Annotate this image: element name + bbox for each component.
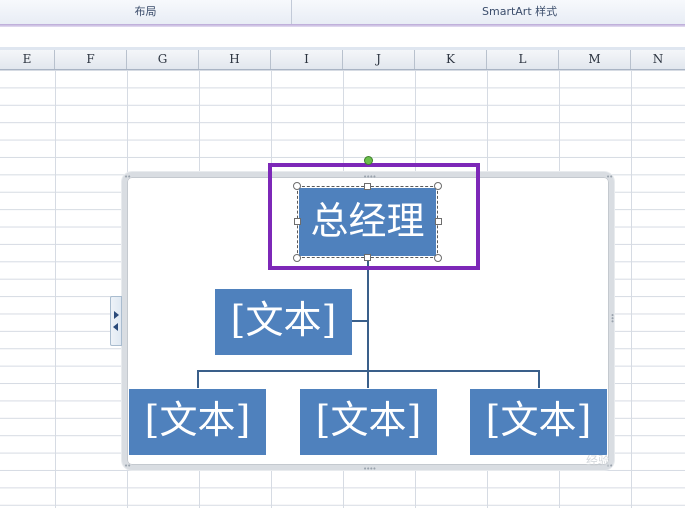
column-header-l[interactable]: L	[487, 50, 559, 69]
node-child-left[interactable]: [文本]	[129, 389, 266, 455]
resize-handle-tr[interactable]	[434, 182, 442, 190]
ribbon-group-strip: 布局 SmartArt 样式	[0, 0, 685, 25]
column-header-i[interactable]: I	[271, 50, 343, 69]
connector-child-left	[197, 370, 199, 388]
column-header-f[interactable]: F	[55, 50, 127, 69]
node-child-center[interactable]: [文本]	[300, 389, 437, 455]
node-assistant[interactable]: [文本]	[215, 289, 352, 355]
formula-bar[interactable]	[0, 27, 685, 48]
column-header-k[interactable]: K	[415, 50, 487, 69]
column-header-m[interactable]: M	[559, 50, 631, 69]
column-header-g[interactable]: G	[127, 50, 199, 69]
expand-right-icon	[114, 311, 119, 319]
watermark: 经验	[586, 454, 611, 468]
connector-child-center	[367, 370, 369, 388]
frame-right-handle[interactable]: •••	[608, 313, 616, 322]
frame-bottom-handle[interactable]: ••••	[363, 466, 376, 473]
frame-corner-handle-bl[interactable]: ••	[124, 463, 131, 470]
resize-handle-left[interactable]	[294, 218, 301, 225]
frame-corner-handle-tr[interactable]: ••	[606, 174, 613, 181]
resize-handle-bottom[interactable]	[364, 254, 371, 261]
column-header-h[interactable]: H	[199, 50, 271, 69]
shape-selection-outline	[297, 186, 438, 258]
resize-handle-tl[interactable]	[293, 182, 301, 190]
text-pane-toggle-button[interactable]	[110, 296, 122, 346]
frame-corner-handle-tl[interactable]: ••	[124, 174, 131, 181]
column-headers: E F G H I J K L M N	[0, 50, 685, 70]
column-header-n[interactable]: N	[631, 50, 685, 69]
resize-handle-top[interactable]	[364, 183, 371, 190]
ribbon-group-smartart-styles: SmartArt 样式	[482, 5, 558, 18]
resize-handle-right[interactable]	[435, 218, 442, 225]
resize-handle-br[interactable]	[434, 254, 442, 262]
expand-left-icon	[113, 323, 118, 331]
node-child-right[interactable]: [文本]	[470, 389, 607, 455]
connector-vertical-main	[367, 258, 369, 372]
connector-assistant	[352, 320, 368, 322]
resize-handle-bl[interactable]	[293, 254, 301, 262]
rotation-handle[interactable]	[364, 156, 373, 165]
column-header-e[interactable]: E	[0, 50, 55, 69]
connector-child-right	[538, 370, 540, 388]
column-header-j[interactable]: J	[343, 50, 415, 69]
ribbon-group-layout: 布局	[134, 5, 157, 18]
